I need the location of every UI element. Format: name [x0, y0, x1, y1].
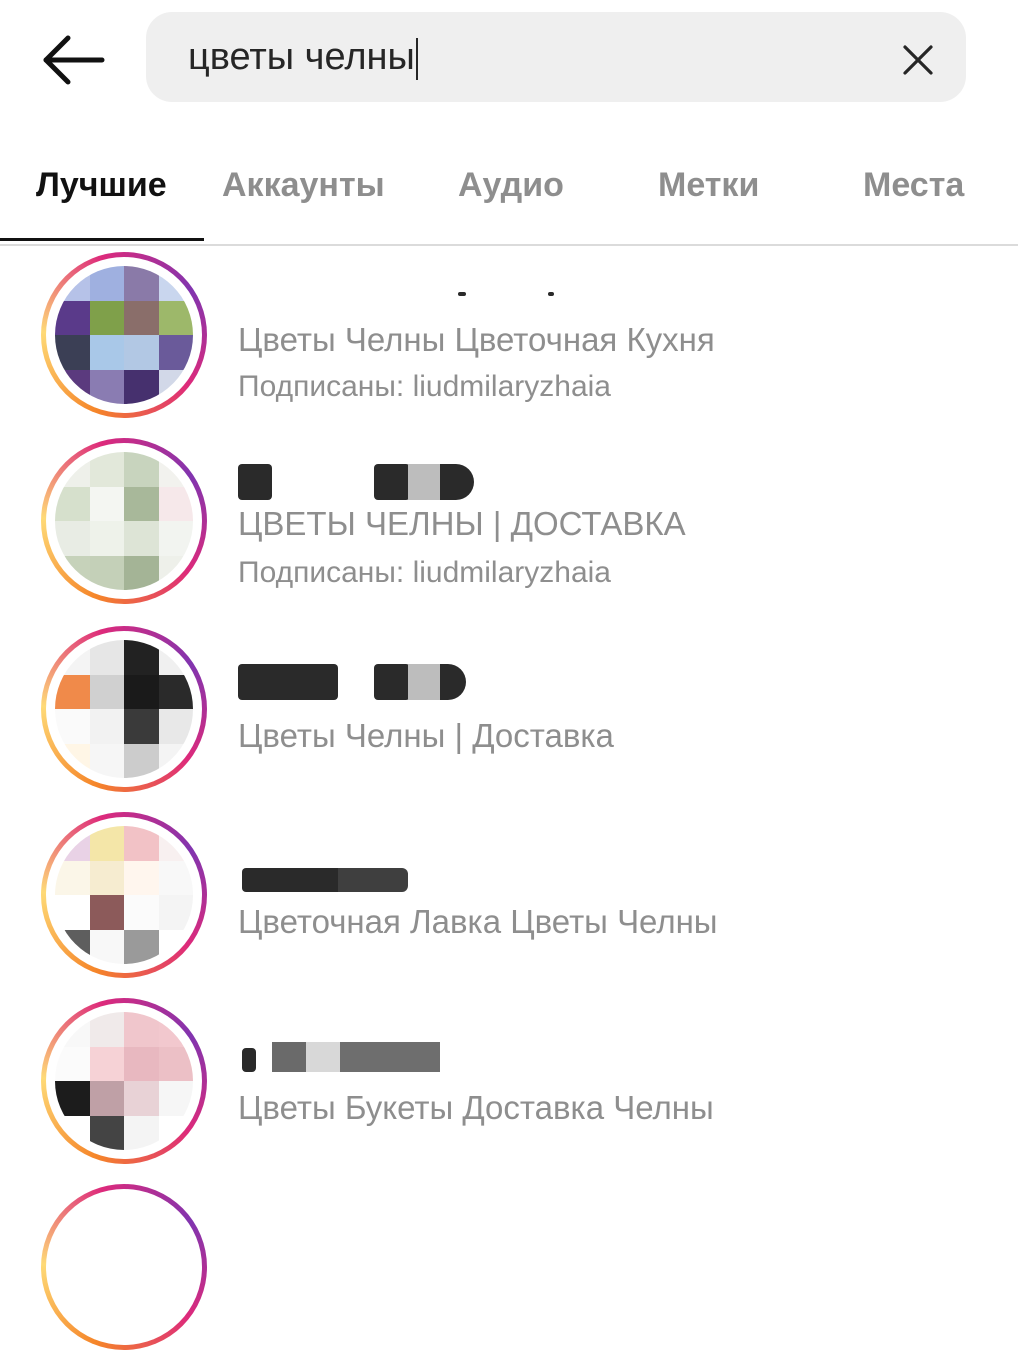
result-full-name: ЦВЕТЫ ЧЕЛНЫ | ДОСТАВКА — [238, 505, 686, 542]
top-bar: цветы челны — [0, 0, 1018, 120]
result-row[interactable]: Цветочная Лавка Цветы Челны — [0, 812, 1018, 998]
search-input[interactable]: цветы челны — [188, 34, 418, 80]
tab-audio[interactable]: Аудио — [458, 166, 564, 205]
search-query: цветы челны — [188, 36, 415, 78]
result-full-name: Цветы Букеты Доставка Челны — [238, 1089, 714, 1126]
result-row[interactable]: Цветы Челны Цветочная Кухня Подписаны: l… — [0, 252, 1018, 438]
result-full-name: Цветы Челны Цветочная Кухня — [238, 321, 715, 358]
result-row[interactable]: Цветы Челны | Доставка — [0, 626, 1018, 812]
tab-places[interactable]: Места — [863, 166, 964, 205]
result-row[interactable]: Цветы Букеты Доставка Челны — [0, 998, 1018, 1184]
avatar — [55, 640, 193, 778]
search-tabs: Лучшие Аккаунты Аудио Метки Места — [0, 150, 1018, 246]
avatar — [55, 1012, 193, 1150]
result-row[interactable] — [0, 1184, 1018, 1350]
search-field[interactable]: цветы челны — [146, 12, 966, 102]
story-ring — [41, 626, 207, 792]
followed-by: Подписаны: liudmilaryzhaia — [238, 556, 611, 589]
story-ring — [41, 812, 207, 978]
close-icon — [903, 45, 933, 75]
tab-accounts[interactable]: Аккаунты — [222, 166, 385, 205]
result-full-name: Цветочная Лавка Цветы Челны — [238, 903, 718, 940]
story-ring — [41, 998, 207, 1164]
back-button[interactable] — [38, 30, 108, 90]
clear-search-button[interactable] — [898, 40, 938, 80]
followed-by: Подписаны: liudmilaryzhaia — [238, 370, 611, 403]
tab-tags[interactable]: Метки — [658, 166, 759, 205]
story-ring — [41, 252, 207, 418]
avatar — [55, 266, 193, 404]
tab-top[interactable]: Лучшие — [36, 166, 167, 205]
story-ring — [41, 1184, 207, 1350]
avatar — [55, 826, 193, 964]
active-tab-indicator — [0, 238, 204, 241]
avatar — [55, 452, 193, 590]
result-row[interactable]: ЦВЕТЫ ЧЕЛНЫ | ДОСТАВКА Подписаны: liudmi… — [0, 438, 1018, 624]
arrow-left-icon — [43, 35, 105, 85]
result-full-name: Цветы Челны | Доставка — [238, 717, 614, 754]
story-ring — [41, 438, 207, 604]
text-caret — [415, 37, 418, 80]
